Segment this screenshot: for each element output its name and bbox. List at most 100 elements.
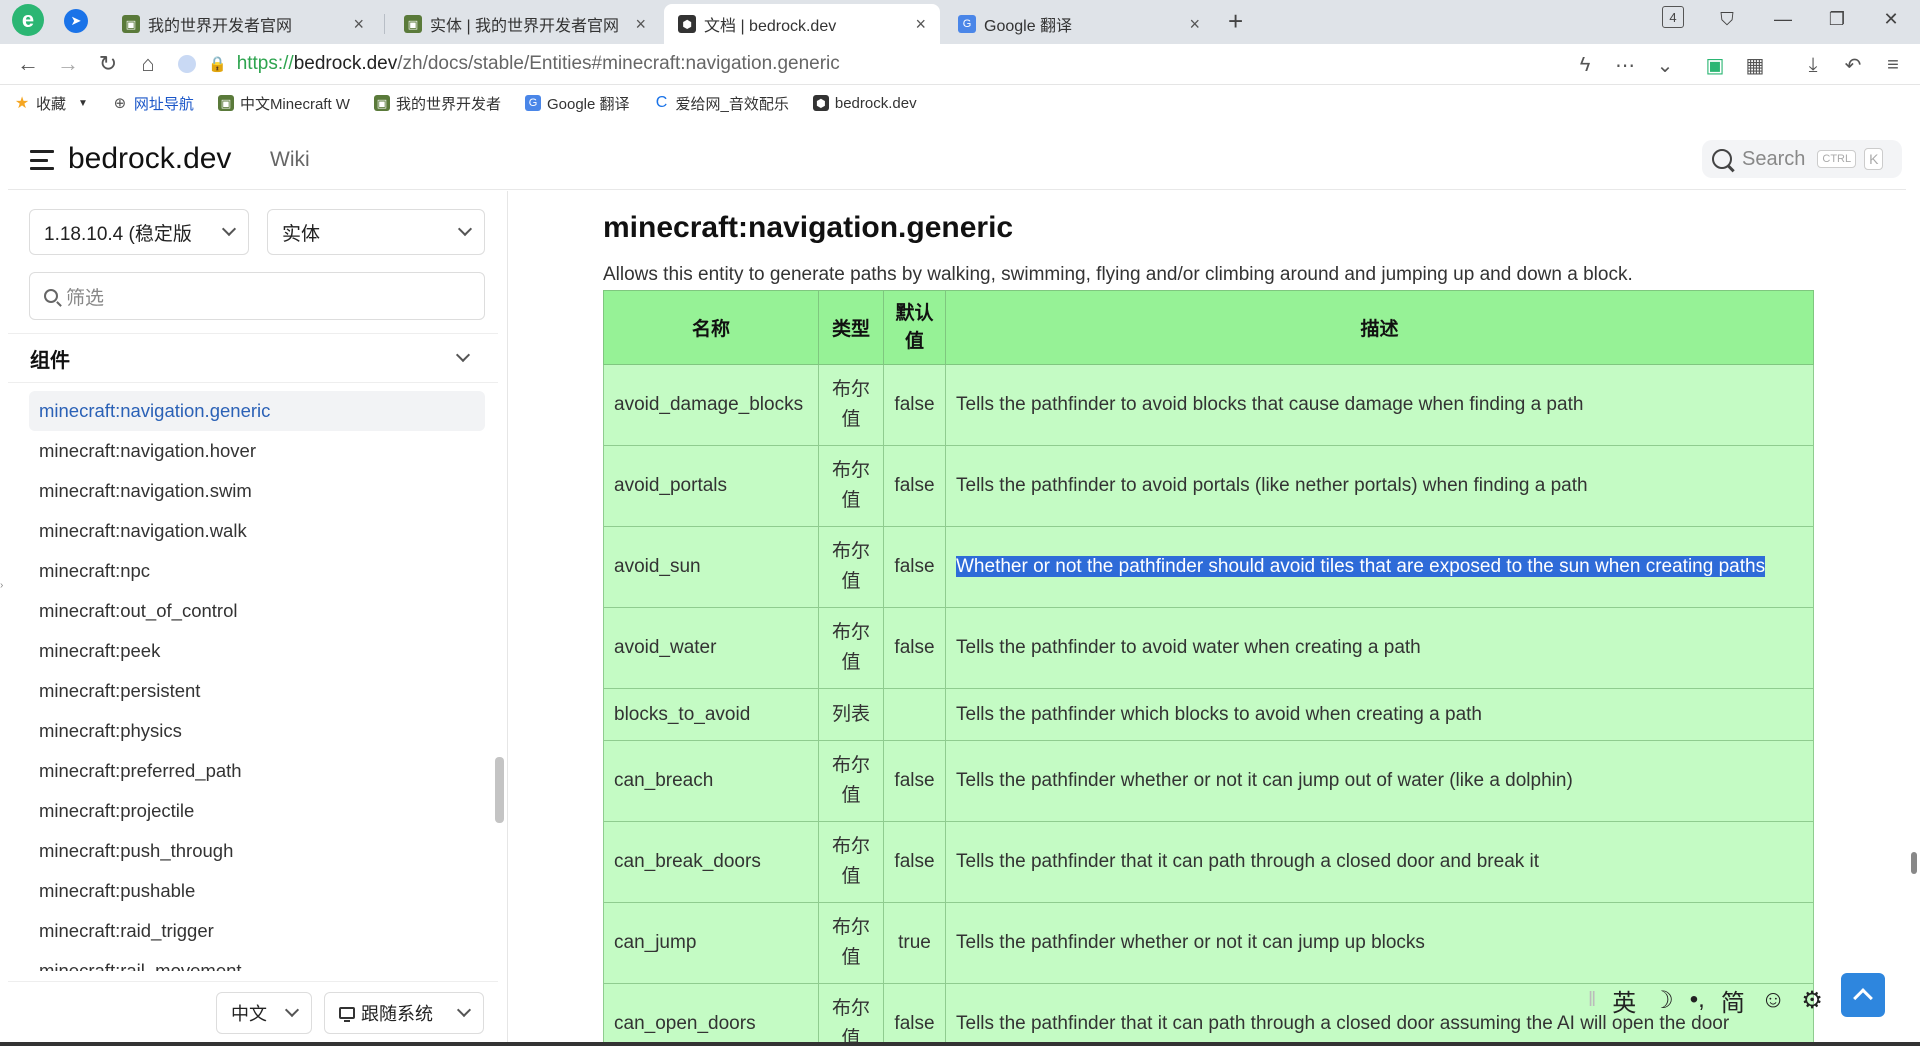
table-row: avoid_portals 布尔值 false Tells the pathfinde…	[603, 445, 1814, 527]
selected-text[interactable]: Whether or not the pathfinder should avo…	[956, 556, 1766, 577]
browser-logo-icon[interactable]: e	[12, 4, 44, 36]
ime-simplified-toggle[interactable]: 简	[1721, 983, 1745, 1018]
sidebar-item[interactable]: minecraft:navigation.walk	[29, 511, 485, 551]
sidebar-item[interactable]: minecraft:navigation.hover	[29, 431, 485, 471]
param-desc-text: Tells the pathfinder that it can path th…	[956, 851, 1540, 872]
theme-select[interactable]: 跟随系统	[324, 992, 484, 1034]
sidebar-scrollbar[interactable]	[495, 757, 504, 823]
bedrock-favicon-icon: ⬢	[812, 95, 829, 111]
search-label: Search	[1742, 147, 1806, 170]
lightning-icon[interactable]: ϟ	[1572, 52, 1598, 78]
minecraft-favicon-icon: ▣	[217, 95, 234, 111]
close-icon[interactable]: ×	[1189, 14, 1200, 35]
close-icon[interactable]: ×	[635, 14, 646, 35]
bookmark-google-translate[interactable]: G Google 翻译	[524, 93, 630, 114]
header-description: 描述	[945, 290, 1814, 365]
collapse-handle-icon[interactable]: ›	[0, 580, 3, 591]
sidebar: 1.18.10.4 (稳定版 实体 筛选 组件 minecraft:naviga…	[8, 191, 508, 1046]
tab-1[interactable]: ▣ 我的世界开发者官网 ×	[108, 4, 378, 44]
close-icon[interactable]: ×	[353, 14, 364, 35]
param-name: blocks_to_avoid	[603, 688, 819, 741]
language-select[interactable]: 中文	[216, 992, 312, 1034]
back-to-top-button[interactable]	[1841, 973, 1885, 1017]
tab-3-active[interactable]: ⬢ 文档 | bedrock.dev ×	[664, 4, 940, 44]
hamburger-menu-icon[interactable]	[30, 150, 54, 170]
components-group-header[interactable]: 组件	[8, 333, 498, 383]
new-tab-button[interactable]: +	[1228, 6, 1243, 37]
undo-icon[interactable]: ↶	[1840, 52, 1866, 78]
forward-arrow-icon[interactable]: →	[54, 50, 82, 78]
close-icon[interactable]: ×	[915, 14, 926, 35]
sidebar-item[interactable]: minecraft:rail_movement	[29, 951, 485, 971]
param-default	[883, 688, 946, 741]
sidebar-item[interactable]: minecraft:out_of_control	[29, 591, 485, 631]
version-select[interactable]: 1.18.10.4 (稳定版	[29, 209, 249, 255]
home-icon[interactable]: ⌂	[134, 50, 162, 78]
param-description: Tells the pathfinder that it can path th…	[945, 821, 1814, 903]
bookmark-nav[interactable]: ⊕ 网址导航	[112, 93, 194, 114]
sidebar-item[interactable]: minecraft:navigation.swim	[29, 471, 485, 511]
main-content: minecraft:navigation.generic Allows this…	[509, 191, 1906, 1046]
group-title: 组件	[30, 349, 70, 372]
sidebar-item[interactable]: minecraft:persistent	[29, 671, 485, 711]
param-description: Tells the pathfinder whether or not it c…	[945, 740, 1814, 822]
url-input[interactable]: 🔒 https://bedrock.dev/zh/docs/stable/Ent…	[178, 49, 1678, 79]
chevron-up-icon	[1853, 988, 1873, 1008]
tab-2[interactable]: ▣ 实体 | 我的世界开发者官网 ×	[390, 4, 660, 44]
ime-handle-icon[interactable]: ‖	[1588, 989, 1596, 1012]
download-icon[interactable]: ⤓	[1800, 52, 1826, 78]
bookmark-bedrock[interactable]: ⬢ bedrock.dev	[812, 95, 917, 112]
page-scrollbar[interactable]	[1911, 852, 1917, 874]
pinned-tab-icon[interactable]: ➤	[64, 9, 88, 33]
sidebar-item[interactable]: minecraft:raid_trigger	[29, 911, 485, 951]
wiki-link[interactable]: Wiki	[270, 148, 310, 172]
kbd-k: K	[1864, 148, 1884, 170]
emoji-icon[interactable]: ☺	[1761, 986, 1786, 1014]
ime-lang-toggle[interactable]: 英	[1612, 983, 1636, 1018]
chevron-down-icon[interactable]: ⌄	[1652, 52, 1678, 78]
sidebar-item[interactable]: minecraft:projectile	[29, 791, 485, 831]
filter-input[interactable]: 筛选	[29, 272, 485, 320]
window-close-icon[interactable]: ✕	[1876, 4, 1906, 34]
search-button[interactable]: Search CTRL K	[1702, 140, 1902, 178]
gear-icon[interactable]: ⚙	[1801, 986, 1823, 1015]
sidebar-item[interactable]: minecraft:pushable	[29, 871, 485, 911]
bookmark-favorites[interactable]: ★ 收藏 ▼	[14, 93, 88, 114]
chevron-down-icon	[221, 221, 237, 237]
sidebar-item[interactable]: minecraft:navigation.generic	[29, 391, 485, 431]
reload-icon[interactable]: ↻	[94, 50, 122, 78]
bookmark-label: 中文Minecraft W	[239, 95, 350, 113]
more-icon[interactable]: ⋯	[1612, 52, 1638, 78]
sidebar-item[interactable]: minecraft:physics	[29, 711, 485, 751]
globe-icon: ⊕	[113, 95, 127, 112]
restore-icon[interactable]: ❐	[1822, 4, 1852, 34]
minimize-icon[interactable]: —	[1768, 4, 1798, 34]
tab-4[interactable]: G Google 翻译 ×	[944, 4, 1214, 44]
punctuation-icon[interactable]: •,	[1690, 986, 1705, 1014]
site-name[interactable]: bedrock.dev	[68, 142, 231, 176]
bookmark-aigei[interactable]: C 爱给网_音效配乐	[654, 93, 789, 114]
shield-icon	[178, 55, 196, 73]
sidebar-item[interactable]: minecraft:push_through	[29, 831, 485, 871]
menu-icon[interactable]: ≡	[1880, 52, 1906, 78]
grid-icon[interactable]: ▦	[1742, 52, 1768, 78]
category-select[interactable]: 实体	[267, 209, 485, 255]
site-header: bedrock.dev Wiki Search CTRL K	[8, 130, 1906, 190]
shirt-icon[interactable]: ⛉	[1712, 4, 1742, 34]
moon-icon[interactable]: ☽	[1652, 986, 1674, 1015]
sidebar-item[interactable]: minecraft:peek	[29, 631, 485, 671]
bookmark-mc-dev[interactable]: ▣ 我的世界开发者	[373, 93, 501, 114]
sidebar-item[interactable]: minecraft:npc	[29, 551, 485, 591]
minecraft-favicon-icon: ▣	[122, 15, 140, 33]
back-arrow-icon[interactable]: ←	[14, 50, 42, 78]
tab-title: 我的世界开发者官网	[148, 18, 293, 35]
browser-tab-bar: e ➤ ▣ 我的世界开发者官网 × ▣ 实体 | 我的世界开发者官网 × ⬢ 文…	[0, 0, 1920, 44]
ime-toolbar: ‖ 英 ☽ •, 简 ☺ ⚙	[1580, 980, 1831, 1020]
extension-icon[interactable]: ▣	[1702, 52, 1728, 78]
minecraft-favicon-icon: ▣	[373, 95, 390, 111]
sidebar-item[interactable]: minecraft:preferred_path	[29, 751, 485, 791]
bookmark-mcwiki[interactable]: ▣ 中文Minecraft W	[217, 93, 350, 114]
chevron-down-icon	[455, 347, 471, 363]
param-desc-text: Tells the pathfinder which blocks to avo…	[956, 703, 1482, 725]
tab-count-badge[interactable]: 4	[1662, 6, 1684, 28]
